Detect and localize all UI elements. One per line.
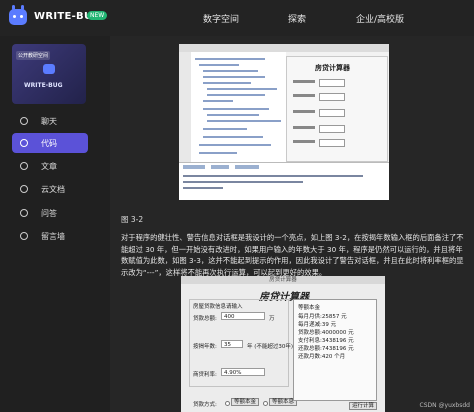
- loan-amount-unit: 万: [269, 316, 275, 322]
- result-panel: 等额本金 每月月供:25857 元 每月递减:39 元 贷款总额:4000000…: [293, 299, 377, 401]
- code-icon: [20, 139, 28, 147]
- method-label: 贷款方式:: [193, 402, 217, 408]
- message-wall-icon: [20, 232, 28, 240]
- run-calculation-button[interactable]: 运行计算: [349, 402, 377, 410]
- new-badge: NEW: [87, 11, 108, 20]
- result-row: 还款月数:420 个月: [298, 354, 346, 360]
- space-card-tag: 公开教研空间: [16, 51, 51, 60]
- sidebar-item-label: 留言墙: [41, 231, 65, 241]
- top-navigation-bar: WRITE-BUG NEW 数字空间 探索 企业/高校版: [0, 0, 474, 36]
- nav-explore[interactable]: 探索: [288, 12, 306, 25]
- sidebar-item-qa[interactable]: 问答: [12, 203, 88, 223]
- sidebar-item-code[interactable]: 代码: [12, 133, 88, 153]
- ide-code-editor: [191, 52, 286, 162]
- space-card-logo-icon: [43, 64, 55, 74]
- write-bug-logo-icon[interactable]: [9, 5, 27, 25]
- calculator-screenshot: 房贷计算器 房贷计算器 房屋贷款信息请输入 贷款总额: 400 万 按揭年数: …: [181, 276, 385, 412]
- years-input[interactable]: 35: [221, 340, 243, 348]
- group-title: 房屋贷款信息请输入: [193, 304, 243, 310]
- sidebar-item-cloud-doc[interactable]: 云文档: [12, 179, 88, 199]
- chat-icon: [20, 117, 28, 125]
- years-label: 按揭年数:: [193, 344, 217, 350]
- result-row: 支付利息:3438196 元: [298, 338, 354, 344]
- qa-icon: [20, 209, 28, 217]
- sidebar-item-article[interactable]: 文章: [12, 156, 88, 176]
- loan-amount-input[interactable]: 400: [221, 312, 265, 320]
- result-row: 贷款总额:4000000 元: [298, 330, 354, 336]
- sidebar-item-label: 代码: [41, 138, 57, 148]
- sidebar-item-label: 文章: [41, 161, 57, 171]
- years-note: 年 (不能超过30年): [247, 344, 294, 350]
- sidebar-item-label: 问答: [41, 208, 57, 218]
- csdn-watermark: CSDN @yuxbsdd: [419, 402, 470, 409]
- sidebar-item-chat[interactable]: 聊天: [12, 111, 88, 131]
- result-row: 每月递减:39 元: [298, 322, 337, 328]
- rate-input[interactable]: 4.90%: [221, 368, 265, 376]
- rate-label: 商贷利率:: [193, 372, 217, 378]
- equal-principal-button[interactable]: 等额本金: [231, 398, 259, 406]
- figure-caption: 图 3-2: [121, 215, 144, 224]
- space-card[interactable]: 公开教研空间 WRITE-BUG: [12, 44, 86, 104]
- result-row: 还款总额:7438196 元: [298, 346, 354, 352]
- sidebar-item-label: 聊天: [41, 116, 57, 126]
- ide-tab-bar: [179, 44, 389, 52]
- article-icon: [20, 162, 28, 170]
- result-title: 等额本金: [298, 305, 321, 311]
- calculator-preview-window: 房贷计算器: [286, 56, 388, 162]
- loan-amount-label: 贷款总额:: [193, 316, 217, 322]
- space-card-brand: WRITE-BUG: [24, 82, 63, 89]
- ide-console-panel: [179, 162, 389, 200]
- nav-enterprise[interactable]: 企业/高校版: [356, 12, 404, 25]
- result-row: 每月月供:25857 元: [298, 314, 347, 320]
- article-paragraph: 对于程序的健壮性、警告信息对话框是我设计的一个亮点，如上图 3-2，在按揭年数输…: [121, 233, 464, 277]
- calculator-preview-title: 房贷计算器: [315, 64, 350, 72]
- left-sidebar: 公开教研空间 WRITE-BUG 聊天 代码 文章 云文档 问答 留言墙: [0, 36, 110, 412]
- sidebar-item-message-wall[interactable]: 留言墙: [12, 226, 88, 246]
- ide-line-gutter: [179, 52, 191, 162]
- equal-principal-radio[interactable]: [225, 401, 230, 406]
- ide-screenshot-image: 房贷计算器: [179, 44, 389, 200]
- equal-installment-radio[interactable]: [263, 401, 268, 406]
- sidebar-item-label: 云文档: [41, 184, 65, 194]
- nav-digital-space[interactable]: 数字空间: [203, 12, 239, 25]
- calculator-window-title: 房贷计算器: [181, 276, 385, 284]
- cloud-doc-icon: [20, 185, 28, 193]
